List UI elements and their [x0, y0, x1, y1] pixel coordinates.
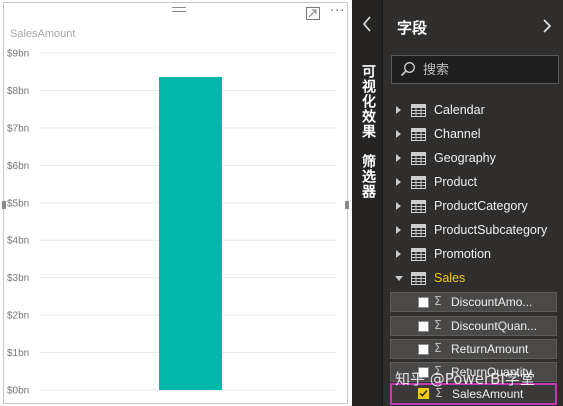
tab-visualizations[interactable]: 可视化效果: [356, 64, 378, 139]
more-options-icon[interactable]: ···: [330, 4, 345, 19]
expand-right-icon[interactable]: [396, 226, 401, 234]
sigma-icon: Σ: [434, 318, 442, 332]
table-row-promotion[interactable]: Promotion: [391, 244, 561, 266]
y-tick-label: $4bn: [7, 236, 29, 247]
y-tick-label: $2bn: [7, 311, 29, 322]
table-row-product[interactable]: Product: [391, 172, 561, 194]
expand-right-icon[interactable]: [396, 154, 401, 162]
bar-salesamount[interactable]: [159, 76, 222, 390]
visual-title: SalesAmount: [10, 28, 76, 40]
field-row-2[interactable]: Σ ReturnAmount: [390, 339, 557, 359]
field-checkbox[interactable]: [418, 297, 429, 308]
table-name: ProductSubcategory: [434, 223, 548, 237]
table-name: Channel: [434, 127, 481, 141]
expand-right-icon[interactable]: [396, 202, 401, 210]
field-name: DiscountQuan...: [451, 319, 538, 333]
y-tick-label: $1bn: [7, 348, 29, 359]
table-name: Sales: [434, 271, 466, 285]
expand-right-icon[interactable]: [396, 250, 401, 258]
table-icon: [411, 152, 426, 165]
y-tick-label: $0bn: [7, 386, 29, 397]
table-name: Product: [434, 175, 478, 189]
field-name: DiscountAmo...: [451, 295, 533, 309]
field-name: ReturnAmount: [451, 342, 529, 356]
table-icon: [411, 104, 426, 117]
expand-right-icon[interactable]: [396, 178, 401, 186]
table-icon: [411, 200, 426, 213]
y-tick-label: $6bn: [7, 161, 29, 172]
chevron-left-icon[interactable]: [361, 14, 373, 34]
sigma-icon: Σ: [434, 294, 442, 308]
table-row-productsubcategory[interactable]: ProductSubcategory: [391, 220, 561, 242]
report-canvas: ··· SalesAmount $0bn $1bn $2bn $3bn $4bn $5bn…: [0, 0, 352, 406]
chart-plot-area: $0bn $1bn $2bn $3bn $4bn $5bn $6bn $7bn $8bn $9bn: [7, 49, 336, 397]
y-tick-label: $5bn: [7, 198, 29, 209]
y-tick-label: $9bn: [7, 49, 29, 60]
table-row-productcategory[interactable]: ProductCategory: [391, 196, 561, 218]
table-icon: [411, 248, 426, 261]
field-name: SalesAmount: [452, 387, 524, 401]
collapsed-panes-strip: 可视化效果 筛选器: [352, 0, 382, 406]
table-name: Calendar: [434, 103, 485, 117]
fields-pane: 字段 Calendar Channel Geography Product Produc…: [382, 0, 563, 406]
expand-right-icon[interactable]: [396, 106, 401, 114]
table-name: ProductCategory: [434, 199, 528, 213]
sigma-icon: Σ: [434, 341, 442, 355]
table-name: Geography: [434, 151, 496, 165]
check-icon: [419, 390, 428, 397]
expand-down-icon[interactable]: [395, 276, 403, 281]
table-icon: [411, 224, 426, 237]
field-checkbox[interactable]: [418, 321, 429, 332]
search-input[interactable]: [423, 59, 553, 81]
fields-pane-title: 字段: [397, 19, 428, 37]
y-tick-label: $7bn: [7, 123, 29, 134]
field-checkbox[interactable]: [418, 344, 429, 355]
table-row-channel[interactable]: Channel: [391, 124, 561, 146]
field-row-0[interactable]: Σ DiscountAmo...: [390, 292, 557, 312]
table-icon: [411, 176, 426, 189]
table-icon: [411, 272, 426, 285]
chevron-right-icon[interactable]: [542, 17, 552, 35]
y-tick-label: $8bn: [7, 86, 29, 97]
sigma-icon: Σ: [435, 386, 443, 400]
field-row-4[interactable]: Σ SalesAmount: [390, 383, 557, 405]
field-row-1[interactable]: Σ DiscountQuan...: [390, 316, 557, 336]
fields-search-box[interactable]: [391, 55, 559, 84]
search-icon: [400, 62, 415, 77]
table-name: Promotion: [434, 247, 491, 261]
expand-right-icon[interactable]: [396, 130, 401, 138]
table-row-sales[interactable]: Sales: [391, 268, 561, 290]
table-row-geography[interactable]: Geography: [391, 148, 561, 170]
table-icon: [411, 128, 426, 141]
sigma-icon: Σ: [434, 364, 442, 378]
drag-grip-icon[interactable]: [172, 7, 186, 16]
field-name: ReturnQuantity: [451, 365, 532, 379]
table-row-calendar[interactable]: Calendar: [391, 100, 561, 122]
field-checkbox[interactable]: [418, 388, 429, 399]
field-checkbox[interactable]: [418, 367, 429, 378]
tab-filters[interactable]: 筛选器: [356, 154, 378, 199]
y-tick-label: $3bn: [7, 273, 29, 284]
focus-mode-icon[interactable]: [306, 7, 320, 20]
field-row-3[interactable]: Σ ReturnQuantity: [390, 362, 557, 382]
